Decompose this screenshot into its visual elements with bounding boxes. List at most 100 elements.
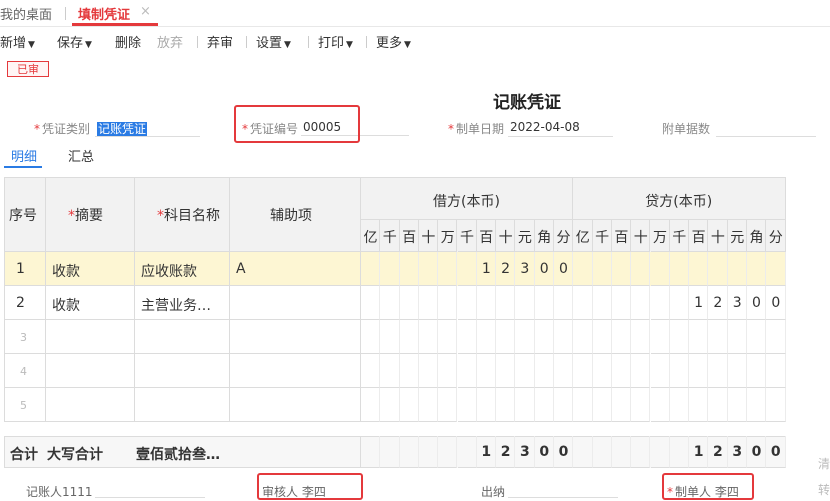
amount-digit-cell[interactable] [399, 252, 419, 286]
amount-digit-cell[interactable] [631, 388, 651, 422]
table-cell[interactable] [4, 286, 46, 320]
amount-digit-cell[interactable] [380, 354, 400, 388]
tab-detail[interactable]: 明细 [11, 146, 37, 165]
voucher-type-field[interactable]: 记账凭证 [97, 120, 148, 137]
amount-digit-cell[interactable] [361, 354, 381, 388]
amount-digit-cell[interactable] [669, 286, 690, 320]
amount-digit-cell[interactable] [380, 252, 400, 286]
table-cell[interactable] [46, 320, 135, 354]
close-icon[interactable]: × [140, 4, 151, 19]
amount-digit-cell[interactable] [650, 354, 670, 388]
amount-digit-cell[interactable] [573, 252, 593, 286]
amount-digit-cell[interactable] [727, 388, 747, 422]
amount-digit-cell[interactable] [611, 252, 632, 286]
amount-digit-cell[interactable] [747, 354, 767, 388]
amount-digit-cell[interactable] [747, 388, 767, 422]
amount-digit-cell[interactable] [399, 286, 419, 320]
amount-digit-cell[interactable] [573, 286, 593, 320]
amount-digit-cell[interactable] [573, 354, 593, 388]
table-cell[interactable] [230, 320, 361, 354]
amount-digit-cell[interactable] [689, 252, 709, 286]
amount-digit-cell[interactable] [669, 252, 690, 286]
amount-digit-cell[interactable] [361, 252, 381, 286]
amount-digit-cell[interactable] [573, 320, 593, 354]
amount-digit-cell[interactable] [766, 354, 786, 388]
amount-digit-cell[interactable] [361, 286, 381, 320]
amount-digit-cell[interactable] [747, 252, 767, 286]
amount-digit-cell[interactable] [534, 286, 554, 320]
amount-digit-cell[interactable] [669, 320, 690, 354]
amount-digit-cell[interactable] [476, 286, 497, 320]
amount-digit-cell[interactable] [650, 320, 670, 354]
amount-digit-cell[interactable] [766, 388, 786, 422]
save-button[interactable]: 保存 ▼ [57, 32, 92, 51]
amount-digit-cell[interactable] [399, 354, 419, 388]
table-cell[interactable] [135, 388, 230, 422]
amount-digit-cell[interactable] [727, 354, 747, 388]
amount-digit-cell[interactable] [380, 320, 400, 354]
table-cell[interactable] [46, 388, 135, 422]
amount-digit-cell[interactable] [534, 354, 554, 388]
amount-digit-cell[interactable] [708, 252, 728, 286]
amount-digit-cell[interactable] [534, 388, 554, 422]
amount-digit-cell[interactable] [418, 388, 439, 422]
tab-my-desktop[interactable]: 我的桌面 [0, 4, 52, 23]
amount-digit-cell[interactable] [554, 286, 574, 320]
amount-digit-cell[interactable] [708, 388, 728, 422]
amount-digit-cell[interactable] [515, 354, 535, 388]
delete-button[interactable]: 删除 [115, 32, 141, 51]
unaudit-button[interactable]: 弃审 [207, 32, 233, 51]
amount-digit-cell[interactable] [669, 388, 690, 422]
amount-digit-cell[interactable] [496, 354, 516, 388]
amount-digit-cell[interactable] [496, 320, 516, 354]
amount-digit-cell[interactable] [438, 252, 458, 286]
amount-digit-cell[interactable] [611, 286, 632, 320]
table-cell[interactable] [230, 286, 361, 320]
amount-digit-cell[interactable] [380, 286, 400, 320]
amount-digit-cell[interactable] [727, 252, 747, 286]
print-button[interactable]: 打印 ▼ [318, 32, 353, 51]
amount-digit-cell[interactable] [669, 354, 690, 388]
amount-digit-cell[interactable] [438, 388, 458, 422]
amount-digit-cell[interactable] [592, 252, 612, 286]
amount-digit-cell[interactable] [457, 252, 477, 286]
amount-digit-cell[interactable] [611, 388, 632, 422]
amount-digit-cell[interactable] [554, 320, 574, 354]
amount-digit-cell[interactable] [689, 354, 709, 388]
amount-digit-cell[interactable] [554, 388, 574, 422]
amount-digit-cell[interactable] [476, 354, 497, 388]
amount-digit-cell[interactable] [727, 320, 747, 354]
amount-digit-cell[interactable] [438, 354, 458, 388]
amount-digit-cell[interactable] [592, 320, 612, 354]
amount-digit-cell[interactable] [457, 354, 477, 388]
table-cell[interactable] [135, 354, 230, 388]
amount-digit-cell[interactable] [515, 286, 535, 320]
amount-digit-cell[interactable] [418, 320, 439, 354]
amount-digit-cell[interactable] [418, 354, 439, 388]
amount-digit-cell[interactable] [766, 252, 786, 286]
amount-digit-cell[interactable] [515, 320, 535, 354]
amount-digit-cell[interactable] [592, 354, 612, 388]
amount-digit-cell[interactable] [650, 286, 670, 320]
amount-digit-cell[interactable] [438, 286, 458, 320]
table-cell[interactable] [4, 252, 46, 286]
tab-summary[interactable]: 汇总 [68, 146, 94, 165]
amount-digit-cell[interactable] [747, 320, 767, 354]
amount-digit-cell[interactable] [592, 286, 612, 320]
amount-digit-cell[interactable] [496, 286, 516, 320]
amount-digit-cell[interactable] [515, 388, 535, 422]
amount-digit-cell[interactable] [361, 388, 381, 422]
amount-digit-cell[interactable] [496, 388, 516, 422]
amount-digit-cell[interactable] [708, 354, 728, 388]
amount-digit-cell[interactable] [418, 252, 439, 286]
amount-digit-cell[interactable] [476, 320, 497, 354]
table-cell[interactable] [135, 320, 230, 354]
new-button[interactable]: 新增 ▼ [0, 32, 35, 51]
table-cell[interactable] [230, 252, 361, 286]
amount-digit-cell[interactable] [631, 286, 651, 320]
amount-digit-cell[interactable] [438, 320, 458, 354]
amount-digit-cell[interactable] [650, 252, 670, 286]
settings-button[interactable]: 设置 ▼ [256, 32, 291, 51]
amount-digit-cell[interactable] [534, 320, 554, 354]
amount-digit-cell[interactable] [476, 388, 497, 422]
